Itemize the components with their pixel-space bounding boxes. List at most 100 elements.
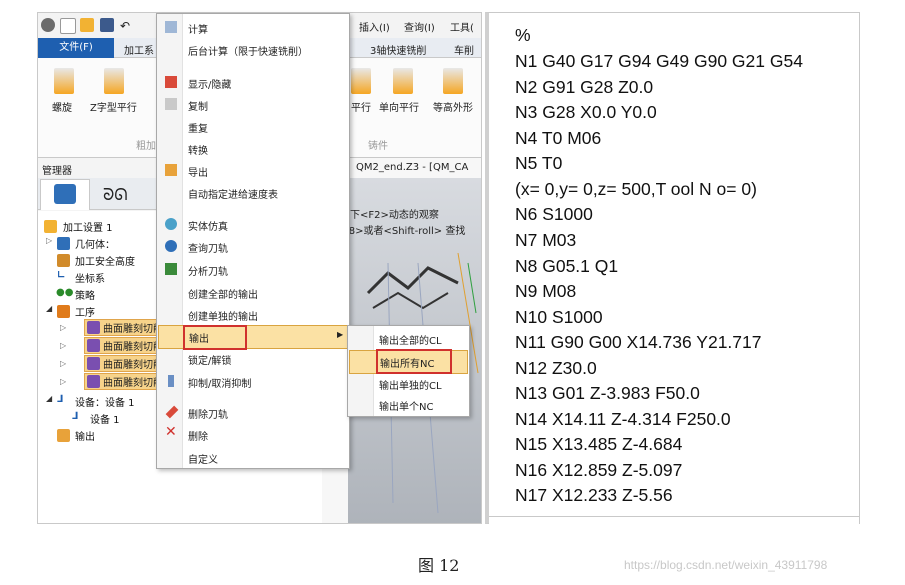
collapse-icon[interactable]: ◢ bbox=[46, 304, 52, 313]
tab-file[interactable]: 文件(F) bbox=[38, 38, 114, 58]
menu-item-label: 重复 bbox=[188, 124, 208, 135]
suppress-icon bbox=[168, 375, 174, 387]
export-icon bbox=[165, 164, 177, 176]
geometry-icon bbox=[57, 237, 70, 250]
oneway-parallel-button[interactable]: 单向平行 bbox=[379, 99, 419, 114]
menu-item-calculate[interactable]: 计算 bbox=[157, 17, 349, 38]
submenu-item-single-nc[interactable]: 输出单个NC bbox=[348, 394, 469, 415]
menu-item-label: 删除 bbox=[188, 432, 208, 443]
zigzag-parallel-button[interactable]: Z字型平行 bbox=[90, 99, 137, 114]
menu-item-lock-unlock[interactable]: 锁定/解锁 bbox=[157, 348, 349, 369]
nc-line: N3 G28 X0.0 Y0.0 bbox=[515, 102, 657, 122]
contour-button[interactable]: 等高外形 bbox=[433, 99, 473, 114]
menu-query[interactable]: 查询(I) bbox=[404, 19, 435, 34]
expand-icon[interactable]: ▷ bbox=[60, 377, 66, 386]
menu-item-analyze-toolpath[interactable]: 分析刀轨 bbox=[157, 259, 349, 280]
simulation-icon bbox=[165, 218, 177, 230]
menu-item-label: 计算 bbox=[188, 25, 208, 36]
nc-line: N7 M03 bbox=[515, 230, 577, 250]
menu-item-transform[interactable]: 转换 bbox=[157, 138, 349, 159]
expand-icon[interactable]: ▷ bbox=[60, 323, 66, 332]
glasses-icon[interactable]: ᘐᘏ bbox=[103, 185, 128, 205]
nc-line: N8 G05.1 Q1 bbox=[515, 256, 619, 276]
open-folder-icon[interactable] bbox=[80, 18, 94, 32]
zigzag-parallel-icon bbox=[104, 68, 124, 94]
layers-icon bbox=[57, 254, 70, 267]
device-icon: ⅃ bbox=[57, 394, 64, 405]
tab-3axis-fast[interactable]: 3轴快速铣削 bbox=[370, 42, 426, 57]
menu-item-suppress[interactable]: 抑制/取消抑制 bbox=[157, 371, 349, 392]
nc-line: N6 S1000 bbox=[515, 204, 593, 224]
machine-icon bbox=[54, 184, 76, 204]
menu-item-create-single-output[interactable]: 创建单独的输出 bbox=[157, 304, 349, 325]
contour-icon bbox=[443, 68, 463, 94]
submenu-arrow-icon: ▶ bbox=[337, 330, 344, 339]
delete-icon: ✕ bbox=[165, 424, 177, 440]
collapse-icon[interactable]: ◢ bbox=[46, 394, 52, 403]
menu-item-delete[interactable]: ✕ 删除 bbox=[157, 424, 349, 445]
nc-line: N14 X14.11 Z-4.314 F250.0 bbox=[515, 409, 731, 429]
menu-item-delete-toolpath[interactable]: 删除刀轨 bbox=[157, 402, 349, 423]
engrave-icon bbox=[87, 357, 100, 370]
ribbon-group-rough-label: 粗加 bbox=[136, 141, 156, 152]
tree-output-label: 输出 bbox=[75, 432, 95, 443]
save-icon[interactable] bbox=[100, 18, 114, 32]
tree-setup-label: 加工设置 1 bbox=[63, 223, 113, 234]
menu-item-query-toolpath[interactable]: 查询刀轨 bbox=[157, 236, 349, 257]
nc-line: N1 G40 G17 G94 G49 G90 G21 G54 bbox=[515, 51, 803, 71]
menu-item-show-hide[interactable]: 显示/隐藏 bbox=[157, 72, 349, 93]
expand-icon[interactable]: ▷ bbox=[46, 236, 52, 245]
engrave-icon bbox=[87, 321, 100, 334]
menu-item-copy[interactable]: 复制 bbox=[157, 94, 349, 115]
parallel-button[interactable]: 平行 bbox=[351, 99, 371, 114]
tree-operations-label: 工序 bbox=[75, 308, 95, 319]
menu-item-label: 删除刀轨 bbox=[188, 410, 228, 421]
submenu-item-all-cl[interactable]: 输出全部的CL bbox=[348, 328, 469, 349]
submenu-item-label: 输出全部的CL bbox=[379, 336, 442, 347]
spiral-button[interactable]: 螺旋 bbox=[52, 99, 72, 114]
nc-line: N12 Z30.0 bbox=[515, 358, 597, 378]
document-tab[interactable]: QM2_end.Z3 - [QM_CA bbox=[356, 162, 468, 173]
copy-icon bbox=[165, 98, 177, 110]
operation-label: 曲面雕刻切削 bbox=[103, 378, 163, 389]
tree-strategy-label: 策略 bbox=[75, 291, 95, 302]
operations-icon bbox=[57, 305, 70, 318]
undo-icon[interactable]: ↶ bbox=[120, 19, 130, 33]
menu-item-export[interactable]: 导出 bbox=[157, 160, 349, 181]
oneway-parallel-icon bbox=[393, 68, 413, 94]
engrave-icon bbox=[87, 375, 100, 388]
menu-item-label: 导出 bbox=[188, 168, 208, 179]
menu-insert[interactable]: 插入(I) bbox=[359, 19, 390, 34]
menu-item-repeat[interactable]: 重复 bbox=[157, 116, 349, 137]
nc-line: % bbox=[515, 25, 531, 45]
tab-turning[interactable]: 车削 bbox=[454, 42, 474, 57]
tab-machining[interactable]: 加工系 bbox=[124, 42, 154, 57]
tree-device-group-label: 设备：设备 1 bbox=[75, 398, 135, 409]
app-logo-icon[interactable] bbox=[41, 18, 55, 32]
menu-item-customize[interactable]: 自定义 bbox=[157, 447, 349, 468]
menu-item-label: 后台计算（限于快速铣削） bbox=[188, 47, 308, 58]
output-file-icon bbox=[57, 429, 70, 442]
menu-item-create-all-output[interactable]: 创建全部的输出 bbox=[157, 282, 349, 303]
menu-item-label: 分析刀轨 bbox=[188, 267, 228, 278]
menu-tool[interactable]: 工具( bbox=[450, 19, 474, 34]
submenu-item-single-cl[interactable]: 输出单独的CL bbox=[348, 373, 469, 394]
menu-item-label: 复制 bbox=[188, 102, 208, 113]
menu-item-label: 创建单独的输出 bbox=[188, 312, 258, 323]
menu-item-solid-simulation[interactable]: 实体仿真 bbox=[157, 214, 349, 235]
eraser-icon bbox=[165, 405, 179, 419]
menu-item-feedrate-table[interactable]: 自动指定进给速度表 bbox=[157, 182, 349, 203]
expand-icon[interactable]: ▷ bbox=[60, 341, 66, 350]
show-hide-icon bbox=[165, 76, 177, 88]
folder-icon bbox=[44, 220, 57, 233]
query-icon bbox=[165, 240, 177, 252]
operation-label: 曲面雕刻切削 bbox=[103, 324, 163, 335]
tree-safe-height-label: 加工安全高度 bbox=[75, 257, 135, 268]
expand-icon[interactable]: ▷ bbox=[60, 359, 66, 368]
operation-label: 曲面雕刻切削 bbox=[103, 342, 163, 353]
nc-line: N11 G90 G00 X14.736 Y21.717 bbox=[515, 332, 762, 352]
new-file-icon[interactable] bbox=[60, 18, 76, 34]
output-submenu: 输出全部的CL 输出所有NC 输出单独的CL 输出单个NC bbox=[347, 325, 470, 417]
menu-item-label: 转换 bbox=[188, 146, 208, 157]
menu-item-label: 创建全部的输出 bbox=[188, 290, 258, 301]
